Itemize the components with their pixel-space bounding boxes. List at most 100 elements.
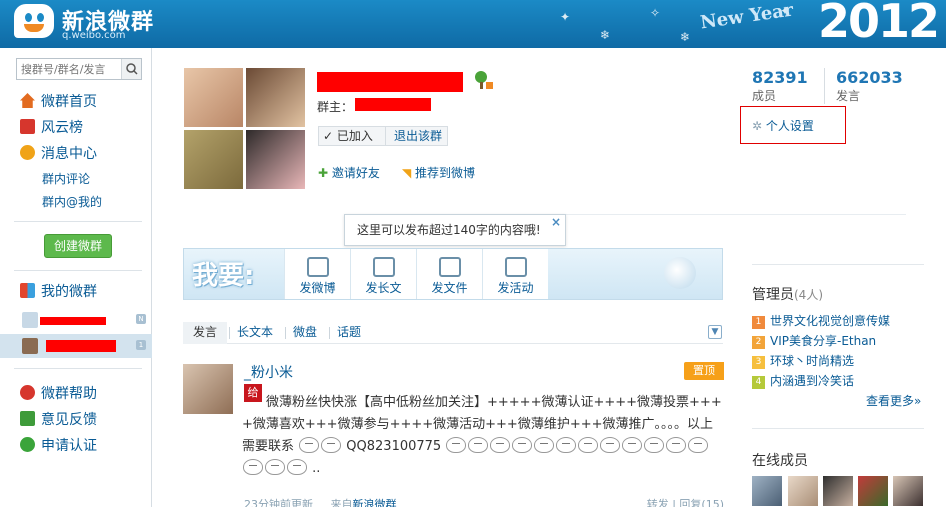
tab-weipan[interactable]: 微盘 — [293, 322, 317, 344]
admin-item[interactable]: 3 环球丶时尚精选 — [752, 352, 854, 369]
nav-ranking[interactable]: 风云榜 — [20, 118, 83, 138]
rank-badge: 3 — [752, 356, 765, 369]
tab-label: 发长文 — [365, 281, 402, 295]
admin-item[interactable]: 4 内涵遇到冷笑话 — [752, 372, 854, 389]
online-member-avatar[interactable] — [752, 476, 782, 506]
recommend-to-weibo-link[interactable]: ◥ 推荐到微博 — [402, 164, 475, 181]
weibo-logo-icon[interactable] — [14, 4, 54, 38]
nav-verify[interactable]: 申请认证 — [20, 436, 97, 456]
online-member-avatar[interactable] — [788, 476, 818, 506]
emoji-icon — [644, 437, 665, 453]
quit-group-link[interactable]: 退出该群 — [385, 127, 442, 145]
post-author-avatar[interactable] — [183, 364, 233, 414]
left-sidebar: 微群首页 风云榜 消息中心 群内评论 群内@我的 创建微群 我的微群 N 1 微… — [0, 48, 152, 507]
emoji-icon — [622, 437, 643, 453]
home-icon — [20, 93, 35, 108]
post-source-prefix: 来自 — [330, 498, 353, 507]
rank-badge: 1 — [752, 316, 765, 329]
nav-group-comments[interactable]: 群内评论 — [42, 170, 90, 187]
admins-heading: 管理员(4人) — [752, 284, 823, 304]
post-content: 微薄粉丝快快涨【高中低粉丝加关注】+++++微薄认证++++微薄投票++++微薄… — [242, 392, 722, 480]
emoji-icon — [556, 437, 577, 453]
nav-message-center[interactable]: 消息中心 — [20, 144, 97, 164]
online-member-avatar[interactable] — [823, 476, 853, 506]
brand-url: q.weibo.com — [62, 30, 126, 41]
recommend-label: 推荐到微博 — [415, 166, 476, 180]
emoji-icon — [534, 437, 555, 453]
emoji-icon — [265, 459, 285, 475]
online-member-avatar[interactable] — [893, 476, 923, 506]
help-icon — [20, 385, 35, 400]
post-contact: QQ823100775 — [346, 439, 442, 454]
search-input[interactable] — [21, 61, 119, 77]
sidebar-divider — [14, 368, 142, 369]
admin-name: 环球丶时尚精选 — [770, 354, 855, 368]
redacted-group-name — [40, 317, 106, 325]
stat-divider — [824, 68, 825, 104]
view-more-admins-link[interactable]: 查看更多» — [866, 392, 921, 409]
emoji-icon — [287, 459, 307, 475]
admin-item[interactable]: 2 VIP美食分享-Ethan — [752, 332, 876, 349]
online-members-title: 在线成员 — [752, 453, 808, 469]
nav-help[interactable]: 微群帮助 — [20, 384, 97, 404]
search-button[interactable] — [121, 59, 141, 79]
nav-label: 微群首页 — [41, 94, 97, 110]
nav-group-home[interactable]: 微群首页 — [20, 92, 97, 112]
nav-label: 意见反馈 — [41, 412, 97, 428]
admin-name: VIP美食分享-Ethan — [770, 334, 877, 348]
member-count-stat[interactable]: 82391 成员 — [752, 68, 832, 104]
new-year-banner-year: 2012 — [818, 0, 940, 48]
post-event-button[interactable]: 发活动 — [482, 249, 548, 299]
emoji-icon — [468, 437, 489, 453]
post-source-link[interactable]: 新浪微群 — [353, 498, 397, 507]
tab-separator — [229, 327, 230, 339]
post-time[interactable]: 23分钟前更新 — [244, 498, 313, 507]
member-photo — [184, 130, 243, 189]
sidebar-divider — [14, 270, 142, 271]
hint-divider — [566, 214, 906, 215]
my-group-item-active[interactable]: 1 — [0, 334, 152, 358]
group-search — [16, 58, 142, 80]
feedback-icon — [20, 411, 35, 426]
member-photo — [246, 130, 305, 189]
emoji-icon — [243, 459, 263, 475]
member-photo — [184, 68, 243, 127]
post-long-text-button[interactable]: 发长文 — [350, 249, 416, 299]
tab-topics[interactable]: 话题 — [337, 322, 361, 344]
personal-settings-link[interactable]: ✲ 个人设置 — [752, 117, 814, 134]
megaphone-icon — [504, 257, 527, 277]
hint-text: 这里可以发布超过140字的内容哦! — [357, 223, 541, 237]
tab-long-text[interactable]: 长文本 — [237, 322, 273, 344]
nav-label: 我的微群 — [41, 284, 97, 300]
add-user-icon: ✚ — [318, 166, 332, 180]
edit-icon — [306, 257, 329, 277]
admin-name: 内涵遇到冷笑话 — [770, 374, 855, 388]
post-weibo-button[interactable]: 发微博 — [284, 249, 350, 299]
my-group-item[interactable]: N — [0, 308, 152, 332]
tab-label: 发活动 — [497, 281, 534, 295]
online-member-avatar[interactable] — [858, 476, 888, 506]
reply-link[interactable]: 回复(15) — [679, 498, 724, 507]
post-author-name[interactable]: _粉小米 — [244, 362, 293, 382]
post-file-button[interactable]: 发文件 — [416, 249, 482, 299]
post-meta: 23分钟前更新 来自新浪微群 转发 | 回复(15) — [244, 496, 724, 507]
sidebar-divider — [14, 221, 142, 222]
invite-friends-link[interactable]: ✚ 邀请好友 — [318, 164, 380, 181]
nav-group-mentions[interactable]: 群内@我的 — [42, 193, 102, 210]
nav-my-groups[interactable]: 我的微群 — [20, 282, 97, 302]
create-group-button[interactable]: 创建微群 — [44, 234, 112, 258]
close-icon[interactable]: × — [551, 215, 561, 229]
group-avatar-grid — [184, 68, 305, 189]
admin-item[interactable]: 1 世界文化视觉创意传媒 — [752, 312, 890, 329]
rss-icon: ◥ — [402, 166, 416, 180]
forward-link[interactable]: 转发 — [647, 498, 669, 507]
post-count-stat[interactable]: 662033 发言 — [836, 68, 916, 104]
chevron-down-icon[interactable]: ▼ — [708, 325, 722, 339]
nav-label: 申请认证 — [41, 438, 97, 454]
tab-posts[interactable]: 发言 — [183, 322, 228, 344]
pinned-badge: 置顶 — [684, 362, 724, 380]
invite-label: 邀请好友 — [331, 166, 380, 180]
nav-feedback[interactable]: 意见反馈 — [20, 410, 97, 430]
tree-badge-icon — [475, 71, 493, 89]
upload-icon — [438, 257, 461, 277]
